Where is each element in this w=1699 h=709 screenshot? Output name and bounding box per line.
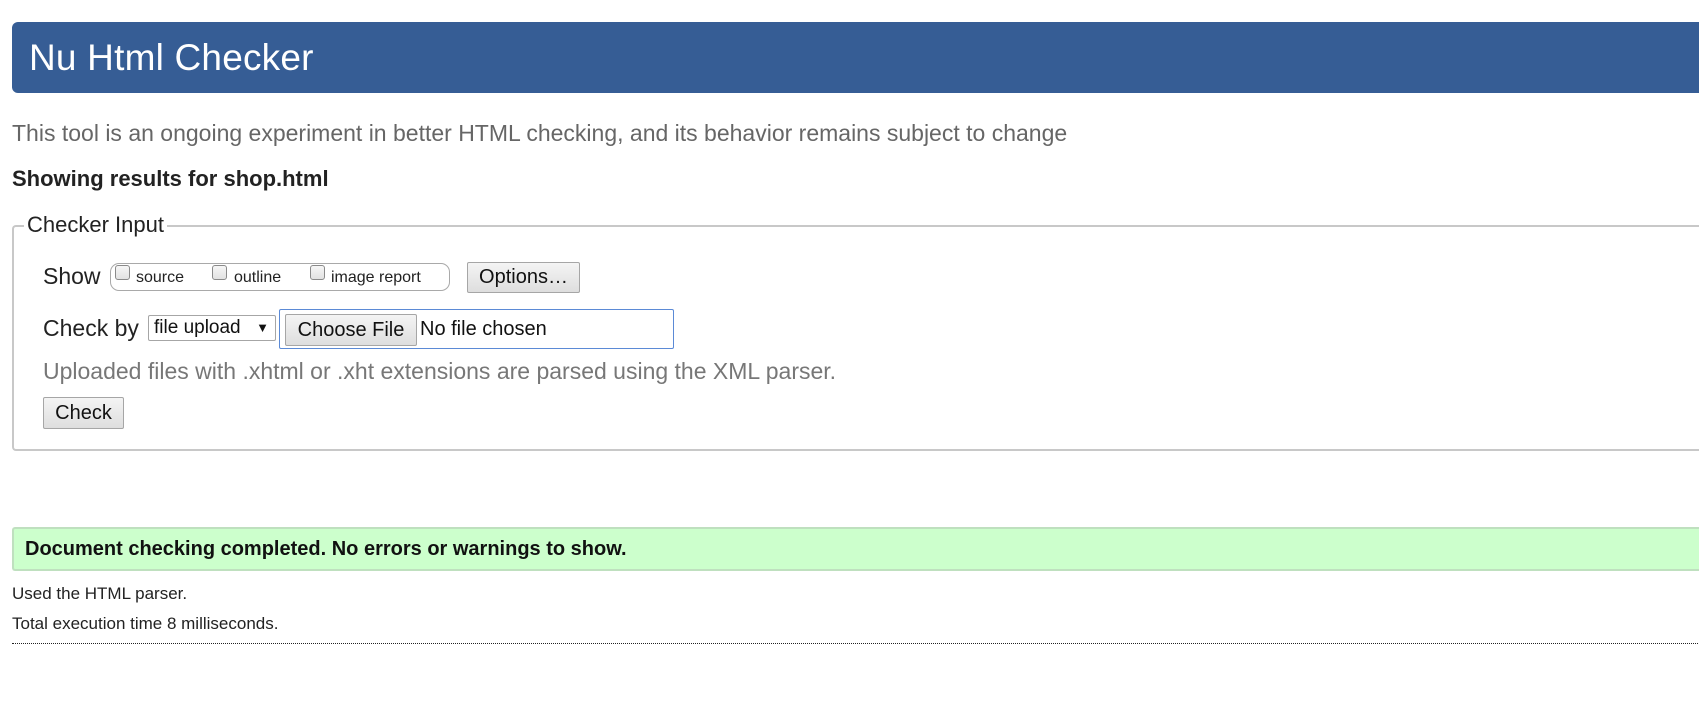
- results-heading: Showing results for shop.html: [12, 166, 329, 191]
- execution-time: Total execution time 8 milliseconds.: [12, 614, 279, 633]
- page: Nu Html Checker This tool is an ongoing …: [0, 0, 1699, 709]
- tagline: This tool is an ongoing experiment in be…: [12, 120, 1068, 146]
- parser-info: Used the HTML parser.: [12, 584, 188, 603]
- file-status-text: No file chosen: [420, 318, 547, 340]
- outline-checkbox-label[interactable]: outline: [234, 269, 281, 287]
- dotted-divider: [12, 643, 1699, 644]
- image-report-checkbox[interactable]: [310, 265, 325, 280]
- page-title: Nu Html Checker: [29, 36, 314, 78]
- dropdown-arrow-icon: ▼: [256, 320, 269, 335]
- choose-file-button[interactable]: Choose File: [285, 314, 417, 346]
- image-report-checkbox-label[interactable]: image report: [331, 269, 421, 287]
- success-message: Document checking completed. No errors o…: [12, 527, 1699, 571]
- check-by-select[interactable]: file upload ▼: [148, 315, 276, 341]
- check-by-selected-value: file upload: [154, 317, 241, 338]
- show-label: Show: [43, 263, 101, 289]
- upload-note: Uploaded files with .xhtml or .xht exten…: [43, 358, 837, 384]
- source-checkbox-label[interactable]: source: [136, 269, 184, 287]
- options-button[interactable]: Options…: [467, 262, 580, 293]
- check-by-label: Check by: [43, 315, 139, 341]
- header-bar: Nu Html Checker: [12, 22, 1699, 93]
- check-button[interactable]: Check: [43, 397, 124, 429]
- checker-input-legend: Checker Input: [24, 212, 167, 238]
- outline-checkbox[interactable]: [212, 265, 227, 280]
- source-checkbox[interactable]: [115, 265, 130, 280]
